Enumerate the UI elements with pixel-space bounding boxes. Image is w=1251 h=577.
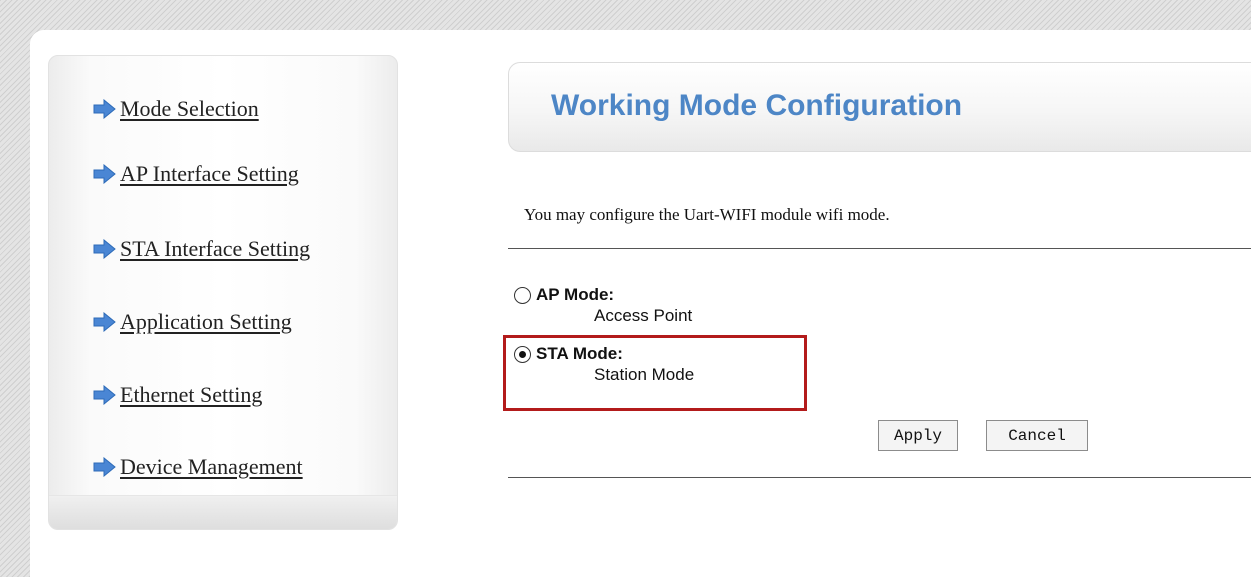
sidebar-item-application-setting[interactable]: Application Setting xyxy=(93,309,292,335)
mode-option-ap: AP Mode: Access Point xyxy=(514,285,692,326)
selection-highlight-box xyxy=(503,335,807,411)
page-title: Working Mode Configuration xyxy=(551,89,963,122)
arrow-right-icon xyxy=(93,164,116,184)
arrow-right-icon xyxy=(93,239,116,259)
sidebar-item-label: Application Setting xyxy=(120,309,292,334)
content-panel: Mode Selection AP Interface Setting STA … xyxy=(30,30,1251,577)
sidebar-item-ethernet-setting[interactable]: Ethernet Setting xyxy=(93,382,262,408)
arrow-right-icon xyxy=(93,385,116,405)
divider-bottom xyxy=(508,477,1251,478)
page-description: You may configure the Uart-WIFI module w… xyxy=(524,205,890,224)
sidebar-item-label: AP Interface Setting xyxy=(120,161,299,186)
sidebar: Mode Selection AP Interface Setting STA … xyxy=(48,55,398,530)
ap-mode-label: AP Mode: xyxy=(536,285,615,304)
sidebar-item-ap-interface-setting[interactable]: AP Interface Setting xyxy=(93,161,299,187)
cancel-button[interactable]: Cancel xyxy=(986,420,1088,451)
ap-mode-description: Access Point xyxy=(594,306,693,325)
arrow-right-icon xyxy=(93,457,116,477)
sidebar-footer xyxy=(49,495,397,529)
sidebar-item-sta-interface-setting[interactable]: STA Interface Setting xyxy=(93,236,310,262)
sidebar-item-label: STA Interface Setting xyxy=(120,236,311,261)
sidebar-item-label: Ethernet Setting xyxy=(120,382,263,407)
apply-button[interactable]: Apply xyxy=(878,420,958,451)
sidebar-item-device-management[interactable]: Device Management xyxy=(93,454,303,480)
arrow-right-icon xyxy=(93,99,116,119)
title-bar: Working Mode Configuration xyxy=(508,62,1251,152)
sidebar-item-label: Mode Selection xyxy=(120,96,259,121)
sidebar-item-label: Device Management xyxy=(120,454,303,479)
ap-mode-radio[interactable] xyxy=(514,286,531,304)
arrow-right-icon xyxy=(93,312,116,332)
divider-top xyxy=(508,248,1251,249)
sidebar-item-mode-selection[interactable]: Mode Selection xyxy=(93,96,259,122)
